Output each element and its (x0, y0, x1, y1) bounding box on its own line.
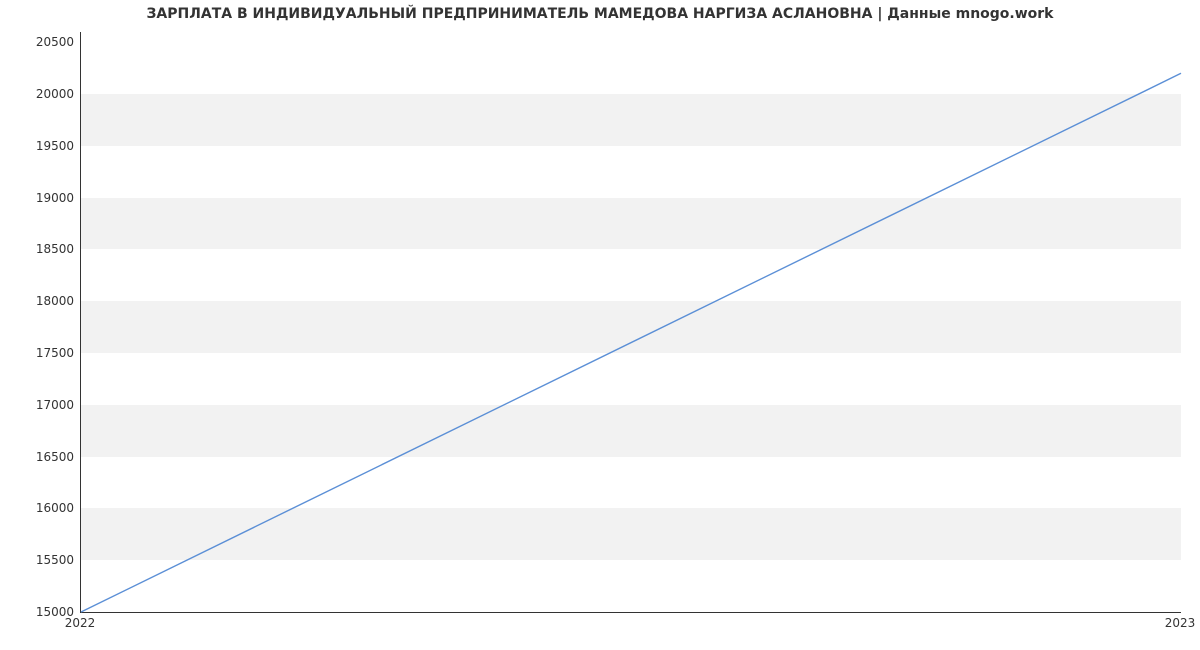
y-tick-17000: 17000 (4, 398, 74, 412)
y-tick-19000: 19000 (4, 191, 74, 205)
series-line (81, 73, 1181, 612)
y-tick-16500: 16500 (4, 450, 74, 464)
y-tick-17500: 17500 (4, 346, 74, 360)
y-tick-16000: 16000 (4, 501, 74, 515)
x-tick-2022: 2022 (65, 616, 96, 630)
y-tick-15500: 15500 (4, 553, 74, 567)
y-tick-18500: 18500 (4, 242, 74, 256)
plot-area (80, 32, 1181, 613)
salary-chart: ЗАРПЛАТА В ИНДИВИДУАЛЬНЫЙ ПРЕДПРИНИМАТЕЛ… (0, 0, 1200, 650)
y-tick-19500: 19500 (4, 139, 74, 153)
line-series (81, 32, 1181, 612)
chart-title: ЗАРПЛАТА В ИНДИВИДУАЛЬНЫЙ ПРЕДПРИНИМАТЕЛ… (0, 6, 1200, 22)
y-tick-18000: 18000 (4, 294, 74, 308)
y-tick-20000: 20000 (4, 87, 74, 101)
x-tick-2023: 2023 (1165, 616, 1196, 630)
y-tick-20500: 20500 (4, 35, 74, 49)
y-tick-15000: 15000 (4, 605, 74, 619)
